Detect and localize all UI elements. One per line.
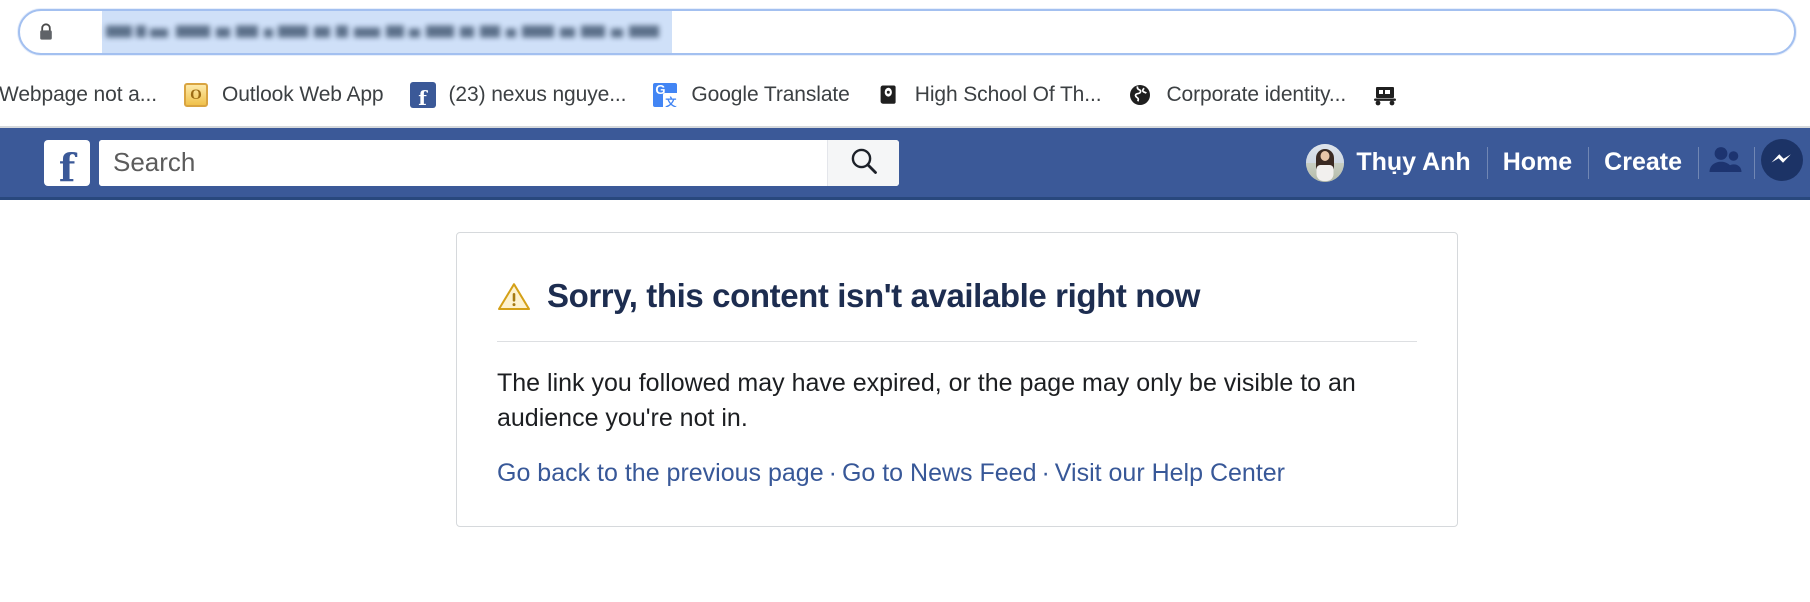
profile-link[interactable]: Thụy Anh (1290, 140, 1489, 186)
error-links: Go back to the previous page · Go to News … (497, 459, 1417, 488)
link-news-feed[interactable]: Go to News Feed (842, 459, 1037, 487)
omnibox-row (0, 0, 1810, 64)
error-card: Sorry, this content isn't available righ… (456, 232, 1458, 527)
friend-requests-icon (1706, 145, 1746, 180)
messenger-icon (1760, 138, 1804, 187)
browser-chrome: Webpage not a... O Outlook Web App f (23… (0, 0, 1810, 128)
facebook-logo-icon[interactable]: f (44, 139, 90, 186)
warning-triangle-icon (497, 281, 531, 312)
nav-home-label: Home (1502, 148, 1573, 176)
profile-name: Thụy Anh (1356, 148, 1471, 176)
outlook-icon: O (183, 82, 209, 108)
facebook-nav-right: Thụy Anh Home Create (1290, 128, 1810, 197)
search-input[interactable] (99, 139, 827, 186)
nav-create[interactable]: Create (1588, 140, 1699, 186)
search-button[interactable] (827, 139, 899, 186)
address-bar[interactable] (18, 9, 1796, 55)
error-body-text: The link you followed may have expired, … (497, 369, 1356, 432)
link-separator: · (828, 459, 837, 487)
bookmark-nexus-nguyen[interactable]: f (23) nexus nguye... (397, 74, 640, 116)
link-separator: · (1041, 459, 1050, 487)
bookmark-webpage-not-available[interactable]: Webpage not a... (0, 74, 170, 116)
friend-requests-button[interactable] (1698, 140, 1754, 186)
bookmark-high-school[interactable]: High School Of Th... (863, 74, 1115, 116)
bookmark-label: High School Of Th... (914, 83, 1102, 106)
globe-icon (1127, 82, 1153, 108)
avatar (1306, 143, 1345, 182)
bookmark-label: Corporate identity... (1166, 83, 1347, 106)
truck-icon (1372, 82, 1398, 108)
bookmarks-overflow-fade (1784, 64, 1810, 126)
bookmark-label: Webpage not a... (0, 83, 157, 106)
bookmark-corporate-identity[interactable]: Corporate identity... (1114, 74, 1359, 116)
bookmark-label: Outlook Web App (221, 83, 384, 106)
bookmark-label: Google Translate (691, 83, 850, 106)
facebook-search (99, 139, 899, 186)
facebook-icon: f (409, 82, 436, 108)
bookmarks-bar: Webpage not a... O Outlook Web App f (23… (0, 64, 1810, 126)
search-icon (847, 144, 881, 181)
error-title-row: Sorry, this content isn't available righ… (497, 277, 1417, 315)
lock-icon[interactable] (38, 22, 54, 42)
url-text-blurred (106, 25, 659, 38)
nav-home[interactable]: Home (1487, 140, 1590, 186)
google-translate-icon: 文 (652, 82, 678, 108)
page-body: Sorry, this content isn't available righ… (0, 200, 1810, 602)
messenger-button[interactable] (1754, 138, 1810, 187)
error-divider (497, 341, 1417, 342)
book-icon (876, 82, 902, 108)
bookmark-google-translate[interactable]: 文 Google Translate (639, 74, 862, 116)
nav-create-label: Create (1604, 148, 1682, 176)
bookmark-outlook-web-app[interactable]: O Outlook Web App (170, 74, 397, 116)
error-title: Sorry, this content isn't available righ… (547, 277, 1201, 314)
link-go-back[interactable]: Go back to the previous page (497, 459, 824, 487)
bookmark-truck[interactable] (1359, 74, 1424, 116)
link-help-center[interactable]: Visit our Help Center (1055, 459, 1285, 487)
facebook-top-bar: f Thụy Anh Home Create (0, 128, 1810, 200)
bookmark-label: (23) nexus nguye... (448, 83, 627, 106)
